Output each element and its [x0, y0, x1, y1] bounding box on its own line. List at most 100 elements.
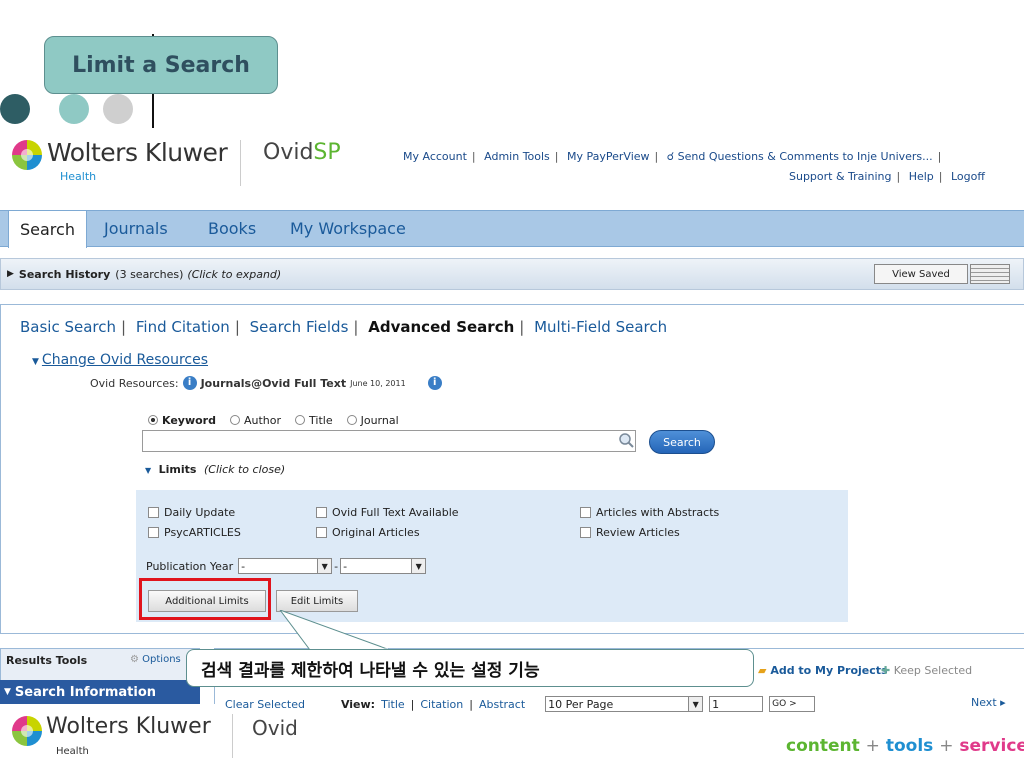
publication-year-row: Publication Year - ▼ - - ▼ [146, 558, 427, 574]
author-radio[interactable]: Author [229, 414, 281, 427]
keyword-label: Keyword [162, 414, 216, 427]
resource-date: June 10, 2011 [350, 378, 406, 388]
range-dash: - [334, 559, 339, 573]
limits-toggle[interactable]: ▼ Limits (Click to close) [145, 463, 285, 476]
checkbox-articles-with-abstracts[interactable]: Articles with Abstracts [580, 506, 719, 519]
search-history-label: Search History [18, 267, 111, 281]
year-to-select[interactable]: - ▼ [340, 558, 427, 574]
checkbox-original-articles[interactable]: Original Articles [316, 526, 420, 539]
keyword-radio[interactable]: Keyword [148, 414, 216, 427]
support-links: Support & Training | Help | Logoff [789, 170, 985, 183]
search-input[interactable] [142, 430, 636, 452]
help-link[interactable]: Help [909, 170, 934, 183]
chevron-down-icon: ▼ [688, 697, 703, 711]
wolters-kluwer-logo-icon [12, 716, 42, 746]
results-tools-label: Results Tools [6, 654, 88, 667]
search-information-label: Search Information [14, 684, 157, 700]
tagline-tools: tools [885, 736, 934, 756]
change-resources-link[interactable]: ▼ Change Ovid Resources [32, 352, 208, 368]
tab-journals[interactable]: Journals [96, 210, 176, 247]
my-payperview-link[interactable]: My PayPerView [567, 150, 650, 163]
footer-tagline: content + tools + services [786, 736, 1024, 756]
tab-my-workspace[interactable]: My Workspace [282, 210, 414, 247]
go-button[interactable]: GO > [769, 696, 816, 712]
view-abstract-link[interactable]: Abstract [479, 698, 525, 711]
send-questions-link[interactable]: Send Questions & Comments to Inje Univer… [678, 150, 933, 163]
next-page-link[interactable]: Next ▸ [971, 696, 1006, 709]
search-icon[interactable] [617, 431, 635, 449]
brand-name: Wolters Kluwer [47, 138, 228, 167]
advanced-search-link[interactable]: Advanced Search [368, 318, 514, 336]
search-information-bar[interactable]: ▼ Search Information [0, 680, 200, 704]
journal-label: Journal [360, 414, 399, 427]
admin-tools-link[interactable]: Admin Tools [484, 150, 550, 163]
support-training-link[interactable]: Support & Training [789, 170, 891, 183]
year-from-value: - [241, 559, 246, 573]
edit-limits-button[interactable]: Edit Limits [276, 590, 358, 612]
tagline-plus: + [865, 736, 880, 756]
multi-field-search-link[interactable]: Multi-Field Search [534, 318, 667, 336]
footer-product: Ovid [252, 716, 298, 740]
logoff-link[interactable]: Logoff [951, 170, 985, 183]
tab-search[interactable]: Search [8, 210, 87, 248]
decorative-dot [59, 94, 89, 124]
keep-selected-label: Keep Selected [893, 664, 973, 677]
per-page-select[interactable]: 10 Per Page ▼ [545, 696, 704, 712]
view-label: View: [340, 697, 376, 711]
checkbox-label: Articles with Abstracts [596, 506, 720, 519]
page-number-input[interactable]: 1 [709, 696, 764, 712]
year-to-value: - [343, 559, 348, 573]
search-fields-link[interactable]: Search Fields [250, 318, 349, 336]
options-label: Options [142, 654, 181, 665]
view-citation-link[interactable]: Citation [420, 698, 463, 711]
tab-books[interactable]: Books [200, 210, 264, 247]
find-citation-link[interactable]: Find Citation [136, 318, 230, 336]
change-resources-label: Change Ovid Resources [41, 352, 209, 368]
options-link[interactable]: ⚙ Options [130, 654, 181, 665]
footer-brand: Wolters Kluwer [46, 714, 211, 739]
view-saved-button[interactable]: View Saved [874, 264, 968, 284]
footer-brand-subtitle: Health [56, 746, 89, 757]
product-logo: OvidSP [263, 140, 341, 165]
limits-hint: (Click to close) [203, 463, 286, 476]
checkbox-label: Daily Update [164, 506, 236, 519]
callout-pointer [279, 610, 391, 651]
journal-radio[interactable]: Journal [346, 414, 399, 427]
checkbox-review-articles[interactable]: Review Articles [580, 526, 680, 539]
collapse-triangle-icon: ▼ [32, 357, 39, 367]
add-to-my-projects-link[interactable]: ▰ Add to My Projects [758, 664, 888, 677]
slide-title: Limit a Search [44, 36, 278, 94]
search-type-radios: Keyword Author Title Journal [148, 414, 399, 427]
basic-search-link[interactable]: Basic Search [20, 318, 116, 336]
title-radio[interactable]: Title [295, 414, 333, 427]
add-projects-label: Add to My Projects [770, 664, 888, 677]
checkbox-psycarticles[interactable]: PsycARTICLES [148, 526, 241, 539]
checkbox-label: Review Articles [596, 526, 680, 539]
keep-selected-link[interactable]: ✚ Keep Selected [881, 664, 972, 677]
checkbox-label: PsycARTICLES [164, 526, 241, 539]
search-history-bar[interactable]: ▶ Search History (3 searches) (Click to … [0, 258, 1024, 290]
decorative-dot [0, 94, 30, 124]
header-divider [240, 140, 241, 186]
product-suffix: SP [313, 140, 341, 165]
list-view-icon[interactable] [970, 264, 1010, 284]
plus-icon: ✚ [881, 664, 891, 677]
search-button[interactable]: Search [649, 430, 715, 454]
tagline-content: content [786, 736, 860, 756]
collapse-triangle-icon: ▼ [145, 466, 152, 475]
year-from-select[interactable]: - ▼ [238, 558, 333, 574]
checkbox-ovid-full-text[interactable]: Ovid Full Text Available [316, 506, 459, 519]
info-icon[interactable]: i [182, 376, 197, 390]
resource-name: Journals@Ovid Full Text [200, 376, 347, 390]
title-label: Title [309, 414, 333, 427]
view-title-link[interactable]: Title [381, 698, 405, 711]
search-history-hint: (Click to expand) [187, 267, 282, 281]
page-number-value: 1 [712, 697, 720, 711]
resources-line: Ovid Resources: i Journals@Ovid Full Tex… [90, 376, 446, 390]
my-account-link[interactable]: My Account [403, 150, 467, 163]
tagline-plus: + [939, 736, 954, 756]
info-icon[interactable]: i [427, 376, 442, 390]
results-view-row: Clear Selected View: Title | Citation | Ab… [225, 696, 816, 712]
clear-selected-link[interactable]: Clear Selected [225, 698, 305, 711]
checkbox-daily-update[interactable]: Daily Update [148, 506, 235, 519]
